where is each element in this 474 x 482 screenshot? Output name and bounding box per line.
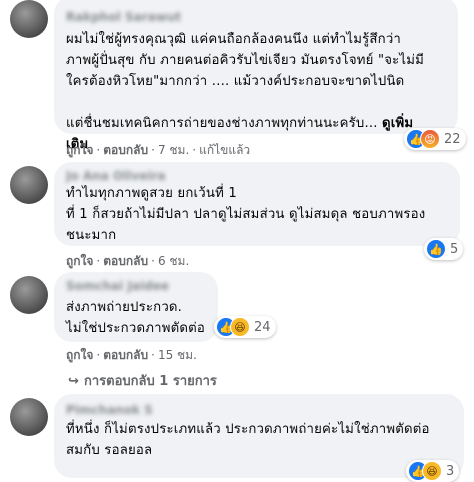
avatar[interactable]: [10, 398, 48, 436]
timestamp[interactable]: 6 ชม.: [158, 254, 189, 268]
laughing-face-icon: 😆: [230, 317, 250, 337]
reaction-summary[interactable]: 👍 😆 24: [214, 316, 276, 338]
reply-action[interactable]: ตอบกลับ: [103, 143, 148, 157]
comment-actions: ถูกใจ · ตอบกลับ · 6 ชม.: [66, 254, 190, 268]
commenter-name[interactable]: Rakphol Sarawut: [66, 10, 446, 24]
reply-arrow-icon: ↪: [68, 374, 79, 389]
comment-bubble: Jo Ana Oliveira ทำไมทุกภาพดูสวย ยกเว้นที…: [54, 162, 460, 246]
thumbs-up-icon: 👍: [426, 239, 446, 259]
like-action[interactable]: ถูกใจ: [66, 143, 93, 157]
reaction-count: 3: [446, 463, 455, 479]
view-replies-link[interactable]: ↪ การตอบกลับ 1 รายการ: [68, 370, 217, 391]
like-action[interactable]: ถูกใจ: [66, 254, 93, 268]
commenter-name[interactable]: Pimchanok S: [66, 403, 452, 417]
comment-bubble: Pimchanok S ที่หนึ่ง ก็ไม่ตรงประเภทแล้ว …: [54, 394, 464, 478]
angry-face-icon: 😡: [420, 129, 440, 149]
edited-label[interactable]: แก้ไขแล้ว: [199, 143, 250, 157]
laughing-face-icon: 😆: [422, 461, 442, 481]
view-replies-label: การตอบกลับ 1 รายการ: [84, 374, 217, 389]
reaction-count: 22: [444, 131, 461, 147]
timestamp[interactable]: 7 ชม.: [158, 143, 189, 157]
reaction-summary[interactable]: 👍 😆 3: [406, 460, 460, 482]
comment-actions: ถูกใจ · ตอบกลับ · 15 ชม.: [66, 348, 197, 362]
reaction-summary[interactable]: 👍 😡 22: [404, 128, 466, 150]
comment-body: ผมไม่ใช่ผู้ทรงคุณวุฒิ แค่คนถือกล้องคนนึง…: [66, 32, 425, 131]
avatar[interactable]: [10, 276, 48, 314]
comment-actions: ถูกใจ · ตอบกลับ · 7 ชม. · แก้ไขแล้ว: [66, 143, 251, 157]
avatar[interactable]: [10, 0, 48, 38]
comment-bubble: Somchai Jaidee ส่งภาพถ่ายประกวด. ไม่ใช่ป…: [54, 272, 218, 342]
reaction-count: 5: [450, 241, 459, 257]
comment-text: ผมไม่ใช่ผู้ทรงคุณวุฒิ แค่คนถือกล้องคนนึง…: [66, 29, 446, 155]
reply-action[interactable]: ตอบกลับ: [103, 254, 148, 268]
comment-body: ที่หนึ่ง ก็ไม่ตรงประเภทแล้ว ประกวดภาพถ่า…: [66, 422, 430, 458]
comment-body: ส่งภาพถ่ายประกวด. ไม่ใช่ประกวดภาพตัดต่อ: [66, 300, 206, 336]
timestamp[interactable]: 15 ชม.: [158, 348, 197, 362]
reaction-summary[interactable]: 👍 5: [424, 238, 464, 260]
commenter-name[interactable]: Jo Ana Oliveira: [66, 169, 448, 183]
avatar[interactable]: [10, 166, 48, 204]
reply-action[interactable]: ตอบกลับ: [103, 348, 148, 362]
comment-bubble: Rakphol Sarawut ผมไม่ใช่ผู้ทรงคุณวุฒิ แค…: [54, 0, 458, 152]
commenter-name[interactable]: Somchai Jaidee: [66, 279, 206, 293]
comment-body: ทำไมทุกภาพดูสวย ยกเว้นที่ 1 ที่ 1 ก็สวยถ…: [66, 186, 426, 243]
like-action[interactable]: ถูกใจ: [66, 348, 93, 362]
reaction-count: 24: [254, 319, 271, 335]
